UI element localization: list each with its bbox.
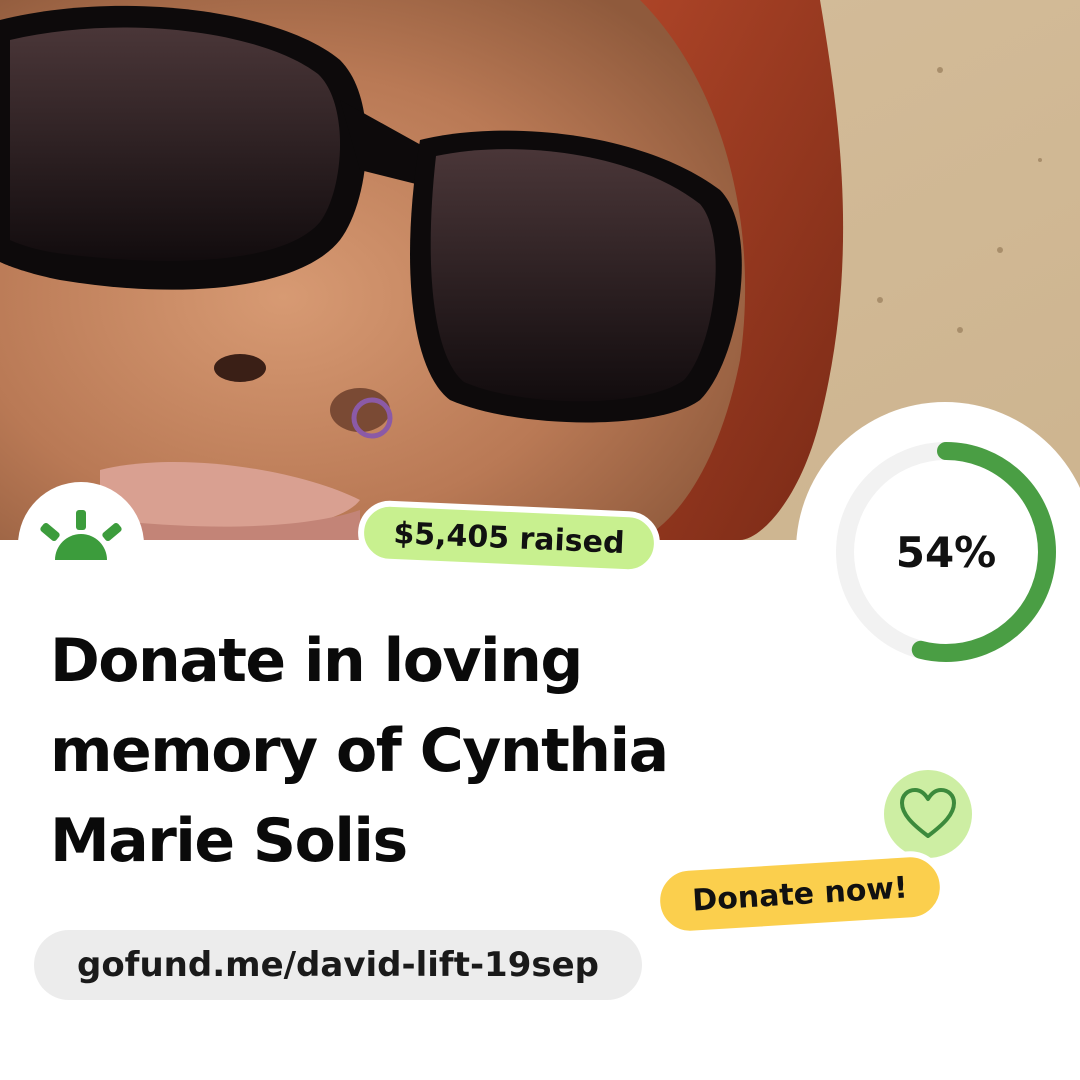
heart-badge [880,766,976,862]
heart-icon [900,788,956,838]
sunrise-logo-icon [40,510,122,560]
progress-percent-label: 54% [895,527,997,577]
campaign-title: Donate in loving memory of Cynthia Marie… [50,626,669,876]
campaign-share-card: $5,405 raised 54% Donate in loving memor… [0,0,1080,1080]
amount-raised-badge: $5,405 raised [356,499,662,577]
campaign-url-link[interactable]: gofund.me/david-lift-19sep [34,930,642,1000]
